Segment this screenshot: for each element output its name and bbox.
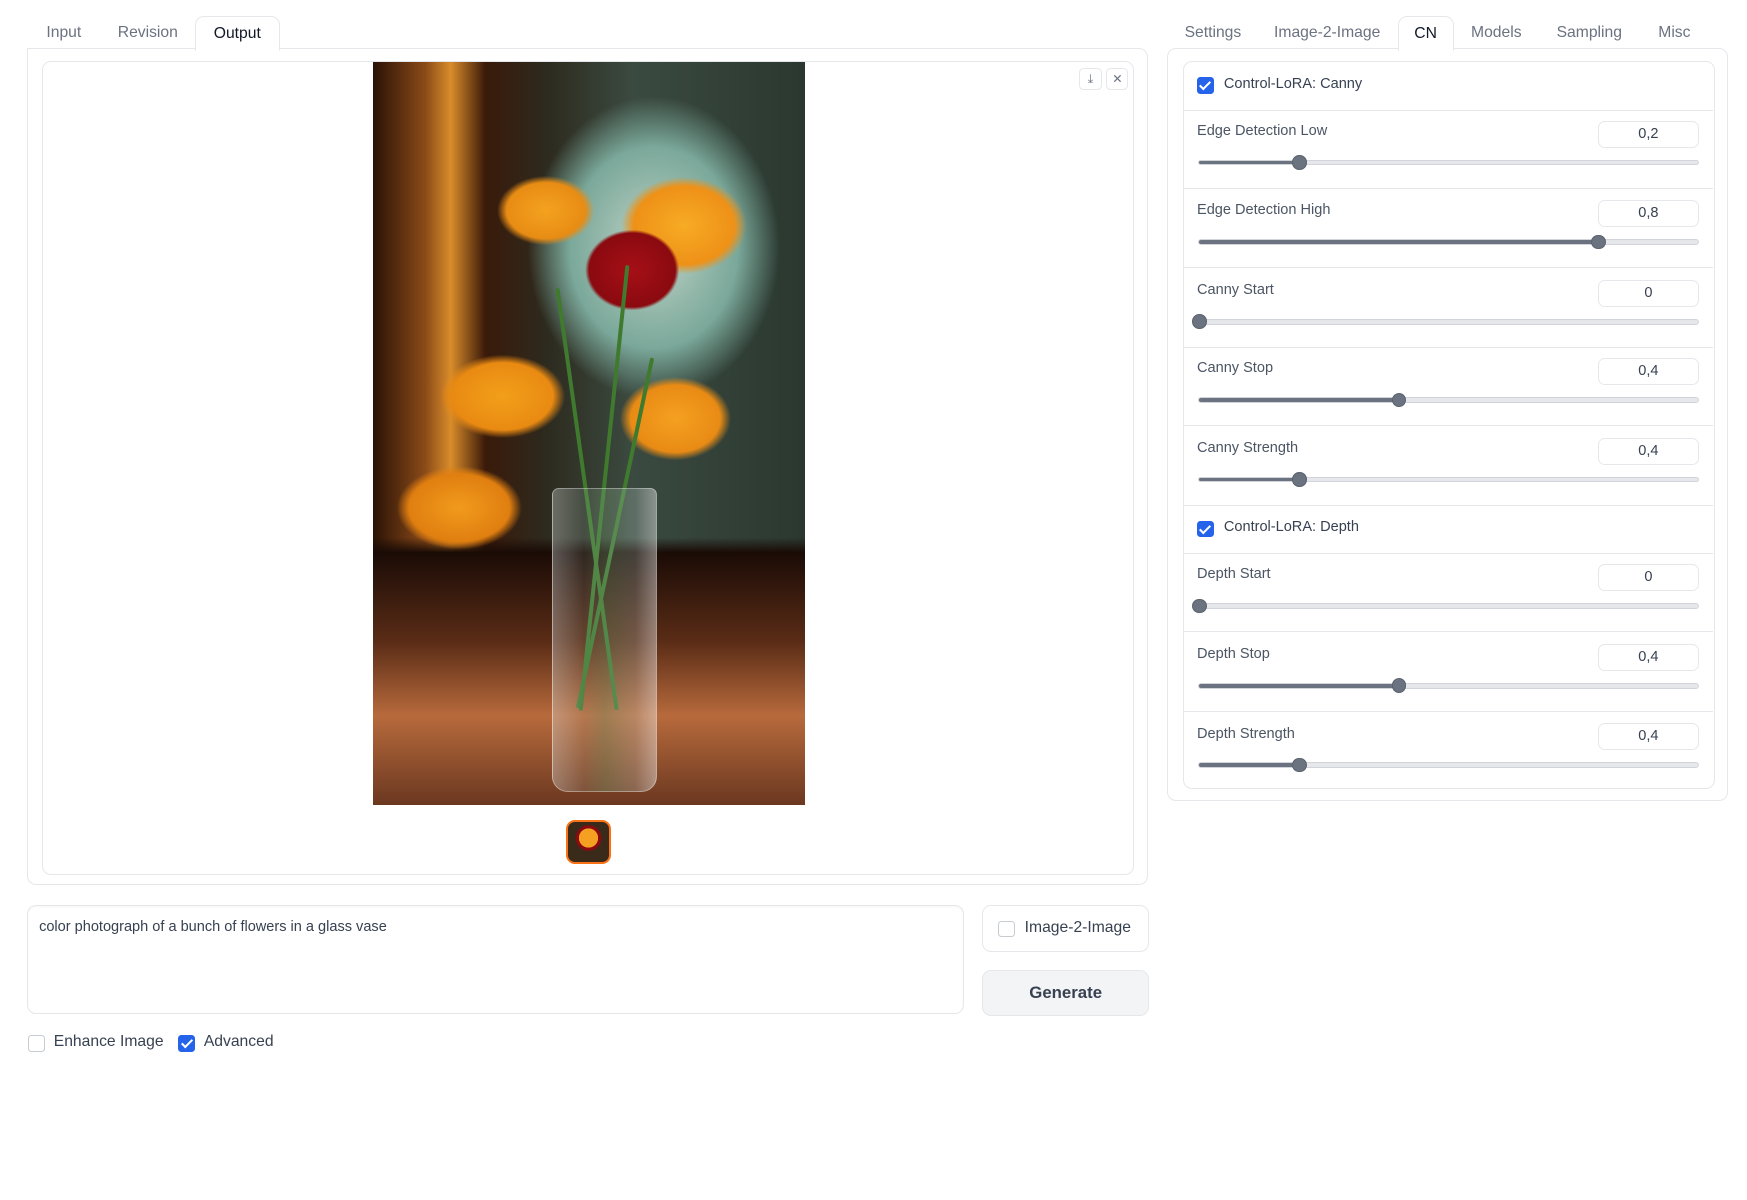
depth-label: Control-LoRA: Depth <box>1223 519 1359 536</box>
tab-output[interactable]: Output <box>194 15 280 52</box>
depth-toggle-row: Control-LoRA: Depth <box>1183 506 1714 555</box>
left-tab-bar: Input Revision Output <box>27 15 296 52</box>
canny-label: Control-LoRA: Canny <box>1223 75 1363 92</box>
enhance-image-checkbox[interactable] <box>28 1034 45 1052</box>
slider-label: Canny Start <box>1197 281 1274 298</box>
slider-value-input[interactable]: 0,2 <box>1597 120 1699 148</box>
gallery-thumbnail[interactable] <box>566 819 611 864</box>
output-panel: ⤓ ✕ <box>26 48 1148 885</box>
generate-button[interactable]: Generate <box>982 969 1150 1016</box>
image-2-image-toggle[interactable]: Image-2-Image <box>982 904 1150 952</box>
tab-image-2-image[interactable]: Image-2-Image <box>1268 16 1387 50</box>
slider-handle[interactable] <box>1192 314 1207 329</box>
enhance-image-label: Enhance Image <box>53 1032 164 1050</box>
slider-label: Depth Stop <box>1197 645 1270 662</box>
slider-fill <box>1199 160 1299 165</box>
tab-models[interactable]: Models <box>1463 16 1530 50</box>
slider-fill <box>1199 398 1399 402</box>
slider-track[interactable] <box>1198 678 1699 693</box>
depth-checkbox[interactable] <box>1197 520 1214 538</box>
slider-track[interactable] <box>1192 598 1699 614</box>
slider-depth-start: Depth Start 0 <box>1183 553 1714 633</box>
slider-label: Canny Strength <box>1197 439 1299 456</box>
glass-vase <box>551 488 657 793</box>
canny-checkbox[interactable] <box>1197 77 1214 94</box>
slider-track[interactable] <box>1198 392 1699 408</box>
canny-toggle-row: Control-LoRA: Canny <box>1183 62 1714 111</box>
advanced-label: Advanced <box>203 1032 274 1050</box>
right-tab-bar: Settings Image-2-Image CN Models Samplin… <box>1167 15 1728 52</box>
slider-label: Depth Start <box>1197 566 1271 583</box>
slider-value-input[interactable]: 0,4 <box>1597 358 1699 385</box>
cn-panel: Control-LoRA: Canny Edge Detection Low 0… <box>1167 48 1729 801</box>
slider-value-input[interactable]: 0,4 <box>1597 723 1699 751</box>
generated-image[interactable] <box>372 62 805 806</box>
image-2-image-checkbox[interactable] <box>997 920 1015 938</box>
slider-fill <box>1199 240 1599 244</box>
slider-handle[interactable] <box>1292 472 1307 487</box>
slider-value-input[interactable]: 0 <box>1597 279 1699 307</box>
tab-input[interactable]: Input <box>27 16 101 50</box>
output-gallery: ⤓ ✕ <box>42 61 1135 875</box>
slider-canny-start: Canny Start 0 <box>1183 269 1714 348</box>
slider-canny-stop: Canny Stop 0,4 <box>1183 347 1714 427</box>
slider-label: Canny Stop <box>1197 360 1274 377</box>
slider-value-input[interactable]: 0,4 <box>1597 643 1699 671</box>
download-icon[interactable]: ⤓ <box>1079 68 1102 91</box>
tab-settings[interactable]: Settings <box>1176 16 1250 50</box>
slider-track[interactable] <box>1198 472 1699 487</box>
slider-label: Depth Strength <box>1197 725 1295 742</box>
slider-handle[interactable] <box>1391 678 1407 693</box>
slider-track[interactable] <box>1198 155 1699 170</box>
advanced-checkbox[interactable] <box>178 1034 195 1052</box>
close-icon[interactable]: ✕ <box>1106 68 1129 91</box>
tab-misc[interactable]: Misc <box>1649 16 1701 50</box>
slider-value-input[interactable]: 0,4 <box>1597 437 1699 465</box>
slider-track[interactable] <box>1198 757 1699 773</box>
slider-handle[interactable] <box>1292 155 1307 170</box>
tab-cn[interactable]: CN <box>1397 15 1454 52</box>
slider-track[interactable] <box>1192 314 1699 329</box>
slider-fill <box>1199 477 1299 482</box>
slider-fill <box>1199 683 1399 688</box>
slider-handle[interactable] <box>1192 598 1207 614</box>
slider-label: Edge Detection High <box>1197 202 1331 219</box>
prompt-input[interactable]: color photograph of a bunch of flowers i… <box>26 904 965 1014</box>
slider-canny-strength: Canny Strength 0,4 <box>1183 426 1714 506</box>
slider-handle[interactable] <box>1391 392 1407 408</box>
slider-label: Edge Detection Low <box>1197 122 1328 139</box>
slider-handle[interactable] <box>1292 757 1307 773</box>
slider-handle[interactable] <box>1591 234 1606 250</box>
slider-value-input[interactable]: 0,8 <box>1597 200 1699 228</box>
slider-value-input[interactable]: 0 <box>1597 564 1699 592</box>
tab-sampling[interactable]: Sampling <box>1548 16 1631 50</box>
slider-depth-strength: Depth Strength 0,4 <box>1184 712 1714 788</box>
slider-fill <box>1199 763 1299 768</box>
slider-edge-high: Edge Detection High 0,8 <box>1183 189 1714 269</box>
slider-depth-stop: Depth Stop 0,4 <box>1183 633 1714 712</box>
slider-track[interactable] <box>1198 234 1699 250</box>
tab-revision[interactable]: Revision <box>108 16 189 50</box>
cn-settings-block: Control-LoRA: Canny Edge Detection Low 0… <box>1182 61 1715 790</box>
image-2-image-label: Image-2-Image <box>1024 919 1131 937</box>
slider-edge-low: Edge Detection Low 0,2 <box>1183 110 1714 189</box>
